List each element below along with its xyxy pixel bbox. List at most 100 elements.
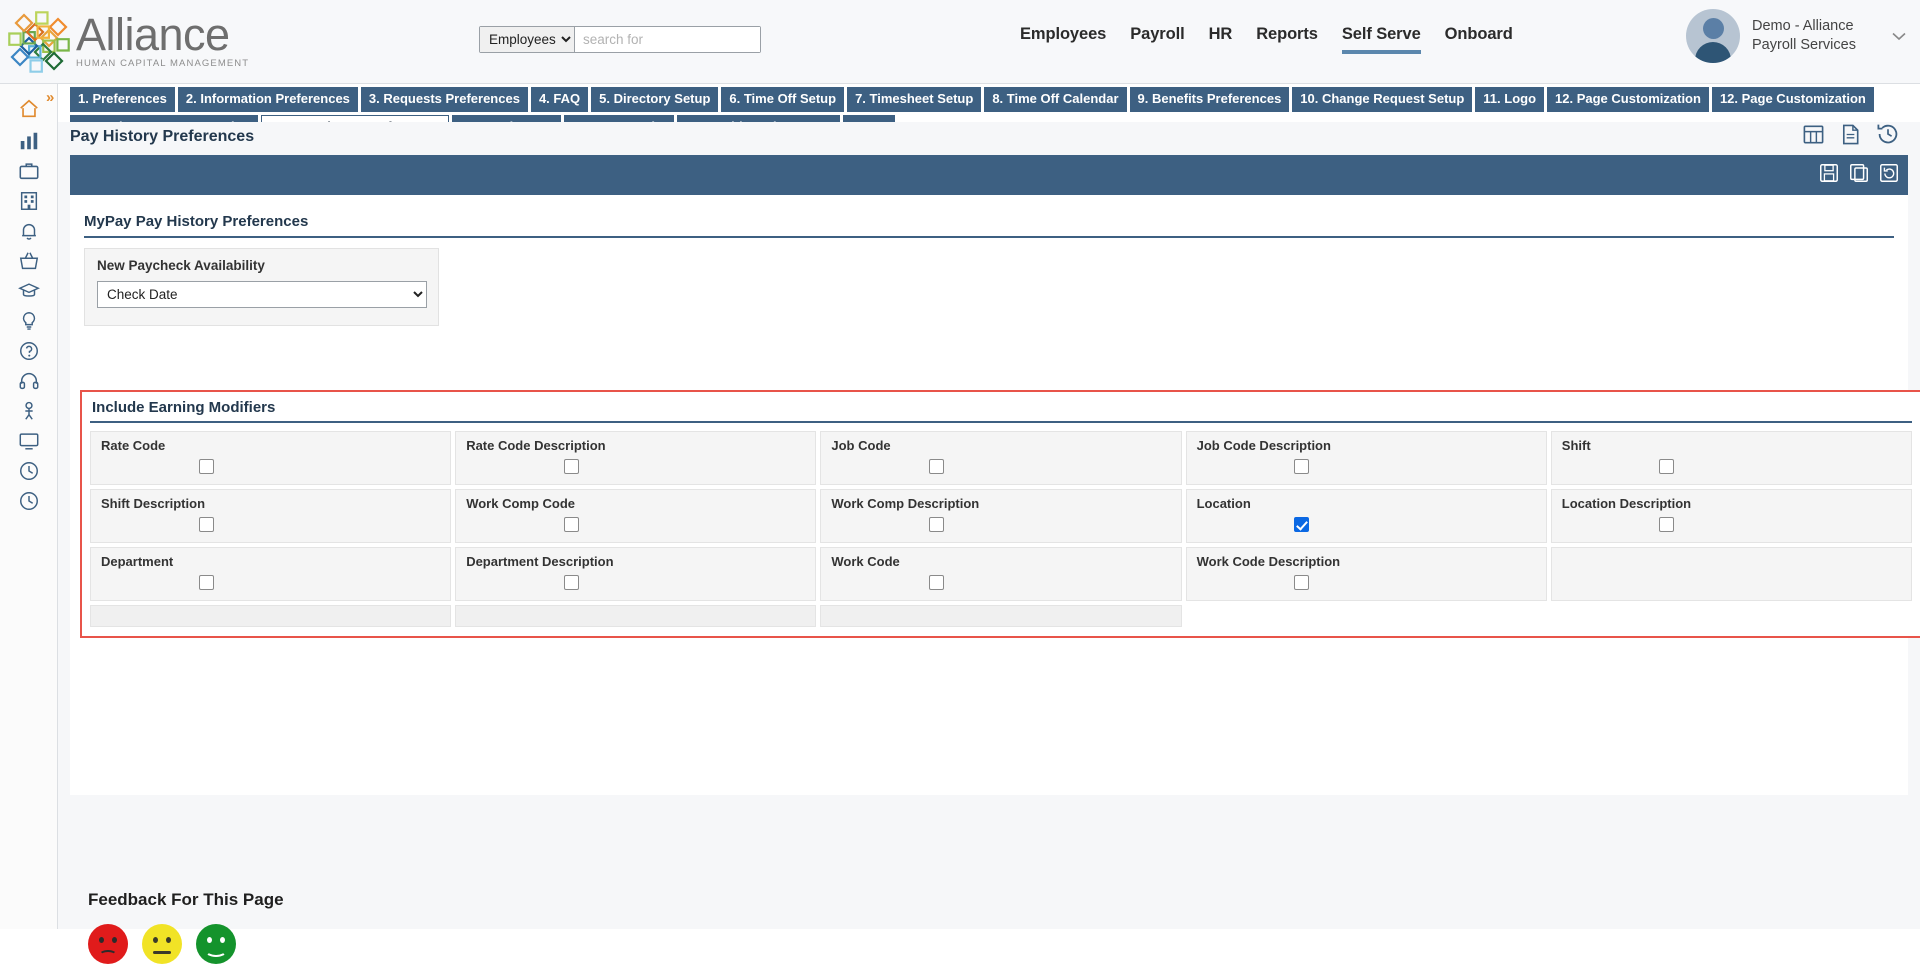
modifier-department: Department [90,547,452,601]
briefcase-icon [19,163,39,180]
modifier-label: Work Comp Code [466,496,576,511]
nav-employees[interactable]: Employees [1020,25,1106,50]
modifier-label: Rate Code [101,438,166,453]
modifier-checkbox-rate-code-description[interactable] [563,459,579,474]
modifier-rate-code: Rate Code [90,431,452,485]
grid-view-icon[interactable] [1802,123,1825,151]
search-scope-select[interactable]: Employees [480,27,575,52]
refresh-icon[interactable] [1878,162,1900,189]
modifier-checkbox-department[interactable] [198,575,214,590]
tab-11-logo[interactable]: 11. Logo [1475,87,1545,112]
chevron-down-icon[interactable] [1892,28,1906,45]
tab-9-benefits-preferences[interactable]: 9. Benefits Preferences [1129,87,1290,112]
alliance-logo-icon [8,10,70,73]
sidebar-item-basket[interactable] [0,246,58,276]
include-earning-modifiers-section: Include Earning Modifiers Rate Code Rate… [80,390,1920,638]
building-icon [20,192,38,210]
modifier-work-code: Work Code [820,547,1182,601]
modifier-label: Work Code Description [1196,554,1341,569]
tab-12-page-customization[interactable]: 12. Page Customization [1547,87,1709,112]
sidebar-item-briefcase[interactable] [0,156,58,186]
modifier-label: Location [1196,496,1251,511]
save-icon[interactable] [1818,162,1840,189]
modifier-checkbox-work-comp-code[interactable] [563,517,579,532]
nav-payroll[interactable]: Payroll [1130,25,1184,50]
home-icon [20,99,38,118]
analytics-icon [20,132,38,150]
clock-icon [20,462,38,480]
sidebar-item-time[interactable] [0,456,58,486]
modifier-checkbox-rate-code[interactable] [198,459,214,474]
search-input[interactable] [575,27,760,52]
action-bar [70,155,1908,195]
page-toolbar [1802,122,1900,151]
modifier-row-spacer-3 [820,605,1182,627]
modifier-work-comp-description: Work Comp Description [820,489,1182,543]
tab-1-preferences[interactable]: 1. Preferences [70,87,175,112]
modifier-row-blank-1 [1186,605,1547,659]
history-clock-icon [20,492,38,510]
copy-icon[interactable] [1848,162,1870,189]
modifier-row-spacer-2 [455,605,817,627]
history-icon[interactable] [1876,122,1900,151]
app-header: Alliance HUMAN CAPITAL MANAGEMENT Employ… [0,0,1920,84]
sidebar-item-person[interactable] [0,396,58,426]
nav-reports[interactable]: Reports [1256,25,1318,50]
modifier-checkbox-work-comp-description[interactable] [928,517,944,532]
document-icon[interactable] [1839,123,1862,151]
sidebar-item-ideas[interactable] [0,306,58,336]
tab-10-change-request-setup[interactable]: 10. Change Request Setup [1292,87,1473,112]
modifier-checkbox-location-description[interactable] [1659,517,1675,532]
tab-12-page-customization-2[interactable]: 12. Page Customization [1711,87,1874,112]
lightbulb-icon [22,312,36,330]
tab-5-directory-setup[interactable]: 5. Directory Setup [591,87,719,112]
sidebar-expand-toggle[interactable]: » [46,88,66,108]
modifier-checkbox-location[interactable] [1294,517,1310,532]
sidebar-item-support[interactable] [0,366,58,396]
modifier-checkbox-shift[interactable] [1659,459,1675,474]
feedback-section: Feedback For This Page [82,890,284,964]
tab-6-time-off-setup[interactable]: 6. Time Off Setup [721,87,845,112]
nav-self-serve[interactable]: Self Serve [1341,25,1421,54]
sidebar-item-help[interactable] [0,336,58,366]
global-search[interactable]: Employees [479,26,761,53]
modifier-checkbox-department-description[interactable] [563,575,579,590]
modifier-checkbox-job-code[interactable] [928,459,944,474]
modifier-shift: Shift [1550,431,1912,485]
tab-8-time-off-calendar[interactable]: 8. Time Off Calendar [984,87,1127,112]
modifier-checkbox-shift-description[interactable] [198,517,214,532]
tab-3-requests-preferences[interactable]: 3. Requests Preferences [360,87,528,112]
preferences-panel: MyPay Pay History Preferences New Payche… [70,195,1920,964]
modifier-checkbox-work-code[interactable] [928,575,944,590]
sidebar-item-history[interactable] [0,486,58,516]
tab-2-information-preferences[interactable]: 2. Information Preferences [177,87,358,112]
new-paycheck-availability-select[interactable]: Check Date [97,281,427,308]
modifier-checkbox-job-code-description[interactable] [1294,459,1310,474]
sidebar-item-analytics[interactable] [0,126,58,156]
sad-face-icon[interactable] [88,924,128,964]
new-paycheck-availability-label: New Paycheck Availability [97,258,265,273]
nav-onboard[interactable]: Onboard [1445,25,1513,50]
sidebar-item-notifications[interactable] [0,216,58,246]
tab-4-faq[interactable]: 4. FAQ [530,87,589,112]
sidebar-item-building[interactable] [0,186,58,216]
happy-face-icon[interactable] [196,924,236,964]
feedback-title: Feedback For This Page [88,890,284,909]
sidebar-item-learning[interactable] [0,276,58,306]
neutral-face-icon[interactable] [142,924,182,964]
tab-7-timesheet-setup[interactable]: 7. Timesheet Setup [847,87,982,112]
feedback-faces [88,924,284,964]
nav-hr[interactable]: HR [1209,25,1233,50]
modifier-label: Department [101,554,174,569]
modifier-department-description: Department Description [455,547,817,601]
brand-logo[interactable]: Alliance HUMAN CAPITAL MANAGEMENT [8,10,268,73]
user-menu[interactable]: Demo - Alliance Payroll Services [1686,9,1906,63]
modifier-cell-filler [1550,547,1912,601]
page-title: Pay History Preferences [70,128,255,145]
user-name: Demo - Alliance Payroll Services [1752,18,1856,53]
modifier-label: Job Code Description [1196,438,1331,453]
page-content: Pay History Preferences MyPay Pay Histor… [58,122,1920,964]
modifier-checkbox-work-code-description[interactable] [1294,575,1310,590]
modifier-shift-description: Shift Description [90,489,452,543]
sidebar-item-monitor[interactable] [0,426,58,456]
